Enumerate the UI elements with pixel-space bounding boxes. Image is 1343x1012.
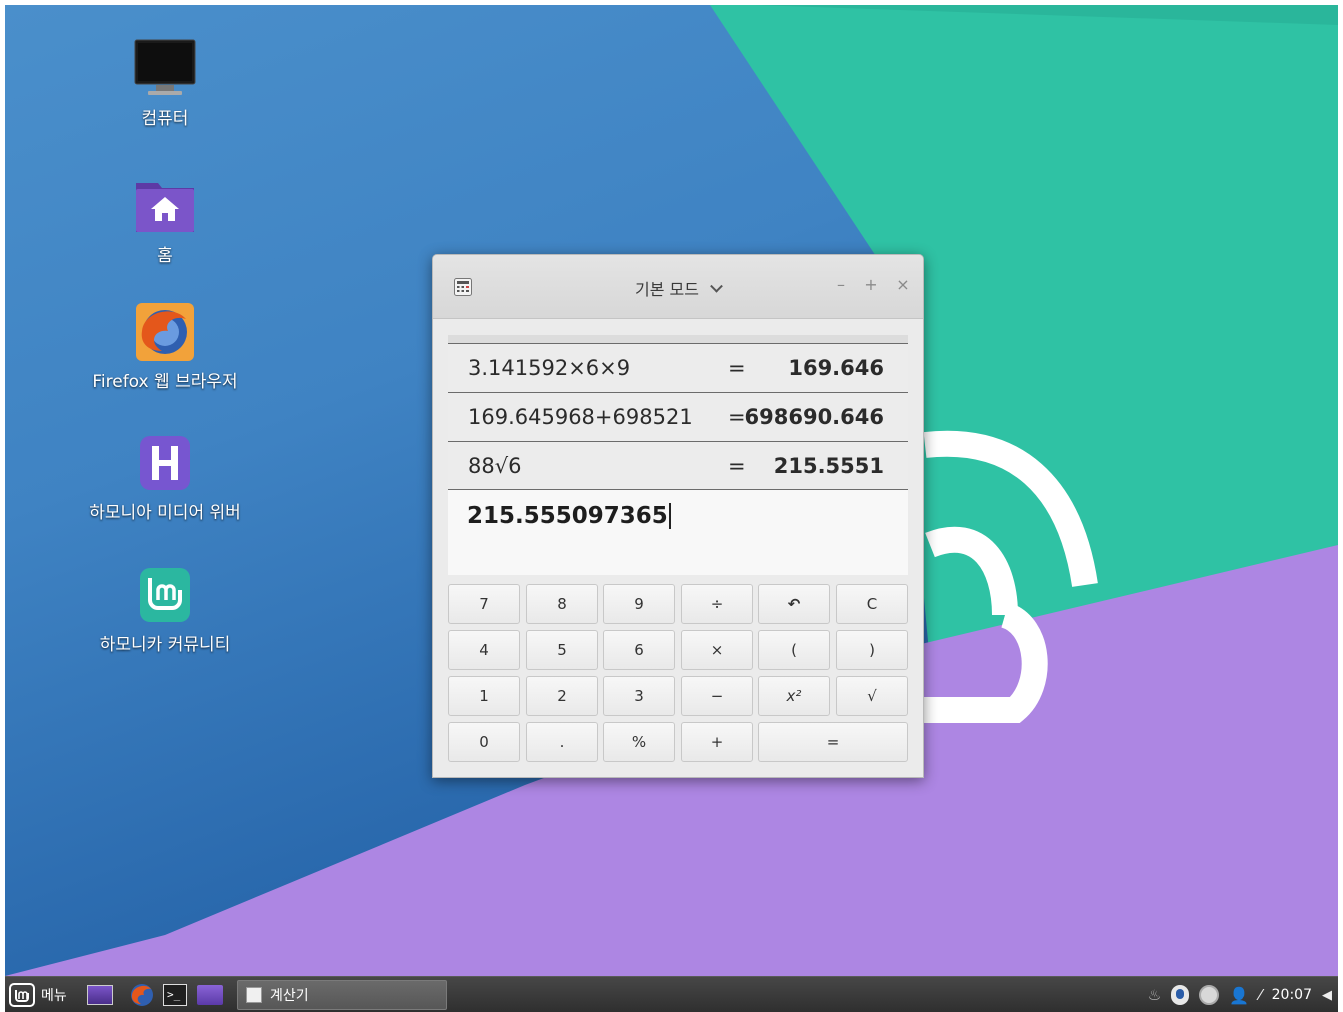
terminal-launcher[interactable]: >_ [163, 977, 187, 1012]
firefox-launcher[interactable] [129, 977, 155, 1012]
history-row: 169.645968+698521 = 698690.646 [448, 392, 908, 441]
task-calculator[interactable]: 계산기 [237, 980, 447, 1010]
history-expression[interactable]: 3.141592×6×9 [468, 356, 630, 380]
desktop-icon-label: 홈 [157, 246, 173, 266]
close-button[interactable]: × [894, 275, 912, 294]
key-plus[interactable]: + [681, 722, 753, 762]
history-row: 88√6 = 215.5551 [448, 441, 908, 490]
desktop-icon-label: Firefox 웹 브라우저 [92, 372, 238, 392]
display-value: 215.555097365 [467, 503, 671, 529]
volume-icon[interactable]: ◀ [1322, 988, 1332, 1003]
key-equals[interactable]: = [758, 722, 908, 762]
home-folder-icon [134, 175, 196, 237]
history-equals: = [728, 454, 746, 478]
taskbar: 메뉴 >_ 계산기 ♨ 👤 ⁄ 20:07 ◀ [5, 976, 1338, 1012]
window-titlebar[interactable]: 기본 모드 – + × [433, 255, 923, 319]
show-desktop-launcher[interactable] [87, 977, 113, 1012]
media-player-icon [134, 432, 196, 494]
history-list: 3.141592×6×9 = 169.646 169.645968+698521… [448, 343, 908, 490]
shield-icon[interactable] [1171, 985, 1190, 1005]
history-equals: = [728, 356, 746, 380]
key-7[interactable]: 7 [448, 584, 520, 624]
menu-label: 메뉴 [41, 988, 67, 1004]
key-multiply[interactable]: × [681, 630, 753, 670]
firefox-icon [129, 982, 155, 1008]
key-dot[interactable]: . [526, 722, 598, 762]
key-percent[interactable]: % [603, 722, 675, 762]
key-2[interactable]: 2 [526, 676, 598, 716]
maximize-button[interactable]: + [862, 275, 880, 294]
key-sqrt[interactable]: √ [836, 676, 908, 716]
key-right-paren[interactable]: ) [836, 630, 908, 670]
show-desktop-icon [87, 985, 113, 1005]
key-left-paren[interactable]: ( [758, 630, 830, 670]
system-tray: ♨ 👤 ⁄ 20:07 ◀ [1148, 977, 1332, 1012]
folder-icon [197, 985, 223, 1005]
key-clear[interactable]: C [836, 584, 908, 624]
menu-button[interactable]: 메뉴 [9, 977, 67, 1012]
key-1[interactable]: 1 [448, 676, 520, 716]
history-result[interactable]: 169.646 [788, 356, 884, 380]
history-result[interactable]: 215.5551 [774, 454, 884, 478]
mode-label: 기본 모드 [634, 280, 699, 299]
desktop-icon-label: 컴퓨터 [141, 109, 189, 129]
history-row: 3.141592×6×9 = 169.646 [448, 343, 908, 392]
desktop-icon-media-player[interactable]: 하모니아 미디어 위버 [80, 432, 250, 523]
history-expression[interactable]: 88√6 [468, 454, 521, 478]
update-manager-icon[interactable]: ♨ [1148, 986, 1161, 1004]
desktop-icon-label: 하모니카 커뮤니티 [99, 635, 231, 655]
key-4[interactable]: 4 [448, 630, 520, 670]
calculator-window: 기본 모드 – + × 3.141592×6×9 = 169.646 169.6… [432, 254, 924, 778]
keyboard-layout-icon[interactable] [1199, 985, 1220, 1005]
desktop-icon-label: 하모니아 미디어 위버 [89, 503, 241, 523]
terminal-icon: >_ [163, 984, 187, 1006]
key-3[interactable]: 3 [603, 676, 675, 716]
key-square[interactable]: x² [758, 676, 830, 716]
key-undo[interactable]: ↶ [758, 584, 830, 624]
mint-logo-icon [9, 982, 35, 1008]
key-5[interactable]: 5 [526, 630, 598, 670]
desktop-icon-home[interactable]: 홈 [80, 175, 250, 266]
user-icon[interactable]: 👤 [1229, 986, 1249, 1005]
files-launcher[interactable] [197, 977, 223, 1012]
key-minus[interactable]: − [681, 676, 753, 716]
calculator-display[interactable]: 215.555097365 [448, 489, 908, 575]
history-expression[interactable]: 169.645968+698521 [468, 405, 693, 429]
key-6[interactable]: 6 [603, 630, 675, 670]
task-label: 계산기 [270, 988, 309, 1004]
clock[interactable]: 20:07 [1272, 987, 1312, 1003]
desktop-icon-computer[interactable]: 컴퓨터 [80, 38, 250, 129]
firefox-icon [134, 301, 196, 363]
minimize-button[interactable]: – [832, 275, 850, 294]
key-9[interactable]: 9 [603, 584, 675, 624]
community-icon [134, 564, 196, 626]
network-icon[interactable]: ⁄ [1259, 986, 1262, 1004]
desktop-icon-firefox[interactable]: Firefox 웹 브라우저 [80, 301, 250, 392]
desktop-icon-community[interactable]: 하모니카 커뮤니티 [80, 564, 250, 655]
chevron-down-icon [710, 279, 723, 293]
history-result[interactable]: 698690.646 [745, 405, 884, 429]
key-divide[interactable]: ÷ [681, 584, 753, 624]
history-equals: = [728, 405, 746, 429]
key-0[interactable]: 0 [448, 722, 520, 762]
calculator-task-icon [246, 987, 262, 1003]
computer-icon [134, 38, 196, 100]
key-8[interactable]: 8 [526, 584, 598, 624]
